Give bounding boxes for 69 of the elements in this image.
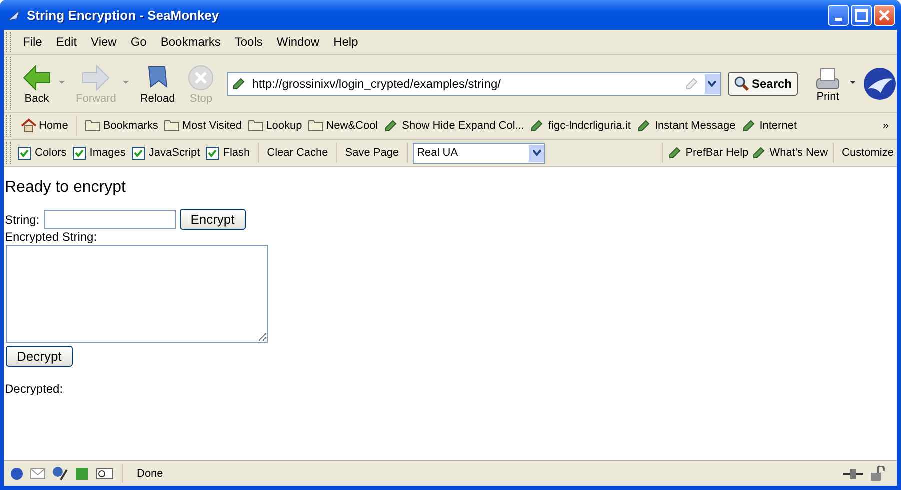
mail-icon[interactable] (30, 466, 46, 482)
status-text: Done (137, 468, 164, 480)
close-button[interactable] (874, 4, 895, 26)
maximize-button[interactable] (851, 4, 872, 26)
bookmark-item[interactable]: Most Visited (164, 118, 242, 134)
checkbox-label: Colors (35, 147, 67, 159)
house-icon (21, 118, 37, 134)
string-label: String: (5, 212, 40, 226)
customize-button[interactable]: Customize (839, 147, 897, 159)
menu-item[interactable]: Help (328, 33, 364, 51)
folder-icon (85, 118, 102, 134)
back-button[interactable]: Back (18, 62, 56, 104)
encrypted-text-area[interactable] (6, 245, 268, 343)
menu-item[interactable]: Edit (50, 33, 84, 51)
caret-icon (532, 150, 541, 156)
globe-icon[interactable] (10, 466, 24, 480)
folder-icon (308, 118, 324, 134)
minimize-button[interactable] (828, 4, 849, 26)
checkbox[interactable] (132, 146, 145, 160)
toolbar-button[interactable]: Clear Cache (264, 147, 332, 159)
menu-item[interactable]: Window (270, 33, 326, 51)
checkbox-label: Images (90, 147, 126, 159)
checkbox[interactable] (72, 146, 86, 160)
folder-icon (248, 118, 264, 134)
window-title: String Encryption - SeaMonkey (27, 8, 220, 22)
bookmark-item[interactable]: Show Hide Expand Col... (384, 118, 524, 134)
reload-button[interactable]: Reload (136, 62, 180, 104)
menu-item[interactable]: Bookmarks (154, 33, 227, 51)
bookmark-item[interactable]: Bookmarks (85, 118, 158, 134)
toolbar-button[interactable]: Save Page (342, 147, 402, 159)
encrypt-button[interactable]: Encrypt (180, 209, 246, 230)
checkbox[interactable] (18, 146, 31, 160)
app-icon (6, 7, 22, 23)
close-icon (878, 8, 891, 22)
ua-select[interactable]: Real UA (413, 142, 546, 164)
search-button[interactable]: Search (728, 72, 798, 96)
checkbox[interactable] (206, 146, 220, 160)
menu-item[interactable]: File (17, 33, 48, 51)
checkbox-label: Flash (223, 147, 250, 159)
menu-item[interactable]: Go (124, 33, 153, 51)
dropdown-icon[interactable] (850, 80, 856, 86)
bookmark-item[interactable]: figc-lndcrliguria.it (530, 118, 631, 134)
page-heading: Ready to encrypt (5, 179, 127, 197)
padlock-icon[interactable] (869, 466, 885, 482)
print-button[interactable]: Print (809, 64, 847, 102)
folder-icon (164, 118, 180, 134)
bookmark-item[interactable]: New&Cool (308, 118, 378, 134)
decrypted-label: Decrypted: (5, 382, 64, 396)
checkbox-label: JavaScript (148, 147, 200, 159)
search-icon (734, 76, 749, 91)
address-field[interactable]: http://grossinixv/login_crypted/examples/string/ (227, 72, 721, 96)
decrypt-button[interactable]: Decrypt (6, 346, 73, 367)
right-arrow-icon (81, 62, 112, 92)
left-arrow-icon (22, 62, 52, 92)
caret-icon (708, 80, 716, 86)
dropdown-button[interactable] (704, 74, 720, 94)
toolbar-link[interactable]: What's New (752, 145, 828, 161)
bookmark-item[interactable]: Internet (742, 118, 798, 134)
menu-item[interactable]: View (85, 33, 123, 51)
bookmark-item[interactable]: Home (21, 118, 68, 134)
string-field[interactable] (44, 210, 176, 229)
overflow-chevron[interactable]: » (882, 120, 897, 132)
toolbar-link[interactable]: PrefBar Help (668, 145, 749, 161)
bookmark-item[interactable]: Lookup (248, 118, 302, 134)
stop-icon (186, 62, 216, 92)
seamonkey-logo-icon[interactable] (863, 66, 897, 100)
menu-item[interactable]: Tools (228, 33, 269, 51)
encrypted-label: Encrypted String: (5, 230, 98, 244)
bookmark-item[interactable]: Instant Message (636, 118, 736, 134)
